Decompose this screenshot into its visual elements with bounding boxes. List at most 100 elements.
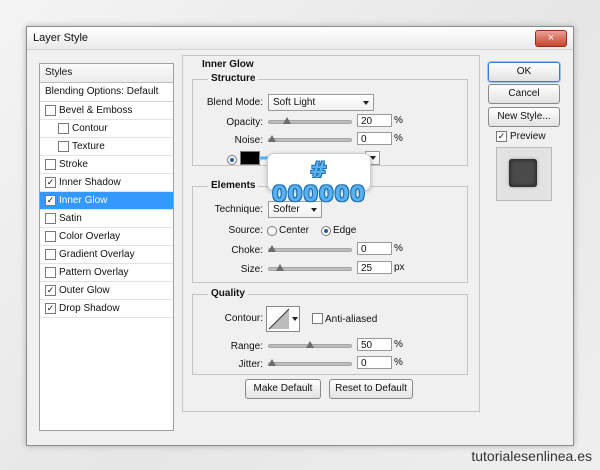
style-item-label: Stroke <box>59 159 88 170</box>
choke-unit: % <box>394 243 403 254</box>
blending-options-item[interactable]: Blending Options: Default <box>40 83 173 102</box>
range-label: Range: <box>230 341 263 352</box>
style-checkbox[interactable]: ✓ <box>45 285 56 296</box>
style-item-label: Bevel & Emboss <box>59 105 133 116</box>
chevron-down-icon <box>292 317 298 321</box>
range-input[interactable]: 50 <box>357 338 392 351</box>
ok-button[interactable]: OK <box>488 62 560 82</box>
size-unit: px <box>394 262 405 273</box>
noise-unit: % <box>394 133 403 144</box>
noise-label: Noise: <box>234 135 263 146</box>
structure-title: Structure <box>208 73 259 84</box>
style-item[interactable]: Stroke <box>40 156 173 174</box>
styles-header[interactable]: Styles <box>40 64 173 83</box>
close-button[interactable]: × <box>535 30 567 47</box>
styles-list: Bevel & Emboss Contour Texture Stroke ✓ Inner… <box>40 102 173 318</box>
style-checkbox[interactable]: ✓ <box>45 303 56 314</box>
style-item-label: Satin <box>59 213 82 224</box>
chevron-down-icon <box>311 208 317 212</box>
style-item-label: Drop Shadow <box>59 303 120 314</box>
source-center-radio[interactable] <box>267 226 277 236</box>
reset-to-default-button[interactable]: Reset to Default <box>329 379 413 399</box>
style-item[interactable]: ✓ Inner Shadow <box>40 174 173 192</box>
slider-thumb[interactable] <box>283 117 292 124</box>
noise-input[interactable]: 0 <box>357 132 392 145</box>
style-item[interactable]: Satin <box>40 210 173 228</box>
jitter-label: Jitter: <box>238 359 263 370</box>
preview-swatch <box>509 159 537 187</box>
jitter-slider[interactable] <box>268 359 352 369</box>
blend-mode-value: Soft Light <box>273 97 316 108</box>
style-checkbox[interactable] <box>45 213 56 224</box>
contour-picker[interactable] <box>266 306 300 332</box>
opacity-input[interactable]: 20 <box>357 114 392 127</box>
noise-slider[interactable] <box>268 135 352 145</box>
style-item[interactable]: ✓ Inner Glow <box>40 192 173 210</box>
blend-mode-select[interactable]: Soft Light <box>268 94 374 111</box>
source-edge-label: Edge <box>333 225 357 236</box>
slider-track <box>268 248 352 252</box>
technique-label: Technique: <box>214 204 263 215</box>
style-item-label: Gradient Overlay <box>59 249 135 260</box>
new-style-button[interactable]: New Style... <box>488 107 560 127</box>
slider-thumb[interactable] <box>268 245 276 252</box>
style-item[interactable]: Bevel & Emboss <box>40 102 173 120</box>
solid-color-radio[interactable] <box>227 155 237 165</box>
cancel-button[interactable]: Cancel <box>488 84 560 104</box>
contour-label: Contour: <box>224 313 263 324</box>
styles-panel: Styles Blending Options: Default Bevel &… <box>39 63 174 431</box>
slider-thumb[interactable] <box>268 135 276 142</box>
style-checkbox[interactable] <box>45 105 56 116</box>
opacity-slider[interactable] <box>268 117 352 127</box>
slider-thumb[interactable] <box>275 264 284 271</box>
style-item[interactable]: Texture <box>40 138 173 156</box>
style-item-label: Pattern Overlay <box>59 267 129 278</box>
style-item[interactable]: ✓ Drop Shadow <box>40 300 173 318</box>
style-item-label: Color Overlay <box>59 231 121 242</box>
style-checkbox[interactable] <box>45 231 56 242</box>
range-slider[interactable] <box>268 341 352 351</box>
source-label: Source: <box>228 225 263 236</box>
style-preview <box>496 147 552 201</box>
style-checkbox[interactable] <box>58 123 69 134</box>
color-hex-callout: # 000000 <box>267 153 371 206</box>
size-slider[interactable] <box>268 264 352 274</box>
slider-thumb[interactable] <box>306 341 314 348</box>
style-checkbox[interactable] <box>45 159 56 170</box>
style-item[interactable]: Pattern Overlay <box>40 264 173 282</box>
style-checkbox[interactable] <box>45 267 56 278</box>
contour-curve-icon <box>268 308 290 330</box>
slider-track <box>268 120 352 124</box>
glow-color-swatch[interactable] <box>240 151 260 165</box>
color-hex-text: # 000000 <box>272 158 366 206</box>
style-item-label: Outer Glow <box>59 285 110 296</box>
quality-title: Quality <box>208 288 248 299</box>
style-checkbox[interactable]: ✓ <box>45 177 56 188</box>
jitter-input[interactable]: 0 <box>357 356 392 369</box>
choke-label: Choke: <box>231 245 263 256</box>
anti-aliased-checkbox[interactable] <box>312 313 323 324</box>
source-center-label: Center <box>279 225 310 236</box>
style-item[interactable]: ✓ Outer Glow <box>40 282 173 300</box>
anti-aliased-label: Anti-aliased <box>325 314 378 325</box>
chevron-down-icon <box>363 101 369 105</box>
style-checkbox[interactable] <box>45 249 56 260</box>
choke-input[interactable]: 0 <box>357 242 392 255</box>
title-bar[interactable]: Layer Style × <box>27 27 573 50</box>
style-item[interactable]: Contour <box>40 120 173 138</box>
make-default-button[interactable]: Make Default <box>245 379 321 399</box>
jitter-unit: % <box>394 357 403 368</box>
opacity-label: Opacity: <box>226 117 263 128</box>
source-edge-radio[interactable] <box>321 226 331 236</box>
slider-thumb[interactable] <box>268 359 276 366</box>
style-item-label: Inner Shadow <box>59 177 121 188</box>
style-checkbox[interactable]: ✓ <box>45 195 56 206</box>
choke-slider[interactable] <box>268 245 352 255</box>
style-item[interactable]: Color Overlay <box>40 228 173 246</box>
size-input[interactable]: 25 <box>357 261 392 274</box>
style-item[interactable]: Gradient Overlay <box>40 246 173 264</box>
panel-title: Inner Glow <box>199 59 257 70</box>
preview-checkbox[interactable]: ✓ <box>496 131 507 142</box>
style-checkbox[interactable] <box>58 141 69 152</box>
close-icon: × <box>547 32 555 44</box>
